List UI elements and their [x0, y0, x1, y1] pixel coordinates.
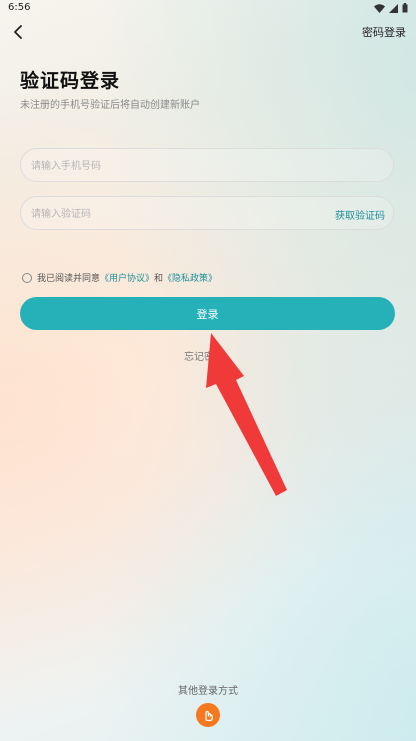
- annotation-arrow: [206, 333, 287, 496]
- status-bar: 6:56: [0, 0, 416, 16]
- user-agreement-link[interactable]: 《用户协议》: [100, 271, 154, 284]
- wifi-icon: [374, 3, 385, 13]
- status-icons: [374, 3, 408, 13]
- page-subtitle: 未注册的手机号验证后将自动创建新账户: [20, 100, 200, 111]
- code-field[interactable]: 获取验证码: [20, 196, 394, 231]
- agreement-and: 和: [154, 274, 164, 284]
- forgot-password-link[interactable]: 忘记密码: [184, 348, 224, 363]
- page-title: 验证码登录: [20, 70, 121, 92]
- back-button[interactable]: [8, 22, 28, 42]
- fingerprint-login-button[interactable]: [196, 703, 220, 727]
- login-button[interactable]: 登录: [20, 297, 395, 330]
- fingerprint-icon: [205, 710, 213, 722]
- phone-field[interactable]: [20, 148, 394, 183]
- agreement-row: 我已阅读并同意 《用户协议》 和 《隐私政策》: [22, 271, 217, 284]
- status-time: 6:56: [8, 2, 31, 13]
- password-login-link[interactable]: 密码登录: [362, 24, 406, 40]
- signal-icon: [389, 3, 398, 13]
- back-arrow-icon: [14, 25, 22, 39]
- get-code-button[interactable]: 获取验证码: [335, 207, 385, 222]
- other-login-label: 其他登录方式: [178, 686, 238, 697]
- code-input[interactable]: [29, 197, 333, 231]
- battery-icon: [402, 3, 408, 13]
- background: [0, 0, 416, 741]
- agreement-checkbox[interactable]: [22, 272, 32, 283]
- phone-input[interactable]: [29, 149, 333, 183]
- agreement-prefix: 我已阅读并同意: [37, 274, 101, 284]
- privacy-policy-link[interactable]: 《隐私政策》: [163, 271, 217, 284]
